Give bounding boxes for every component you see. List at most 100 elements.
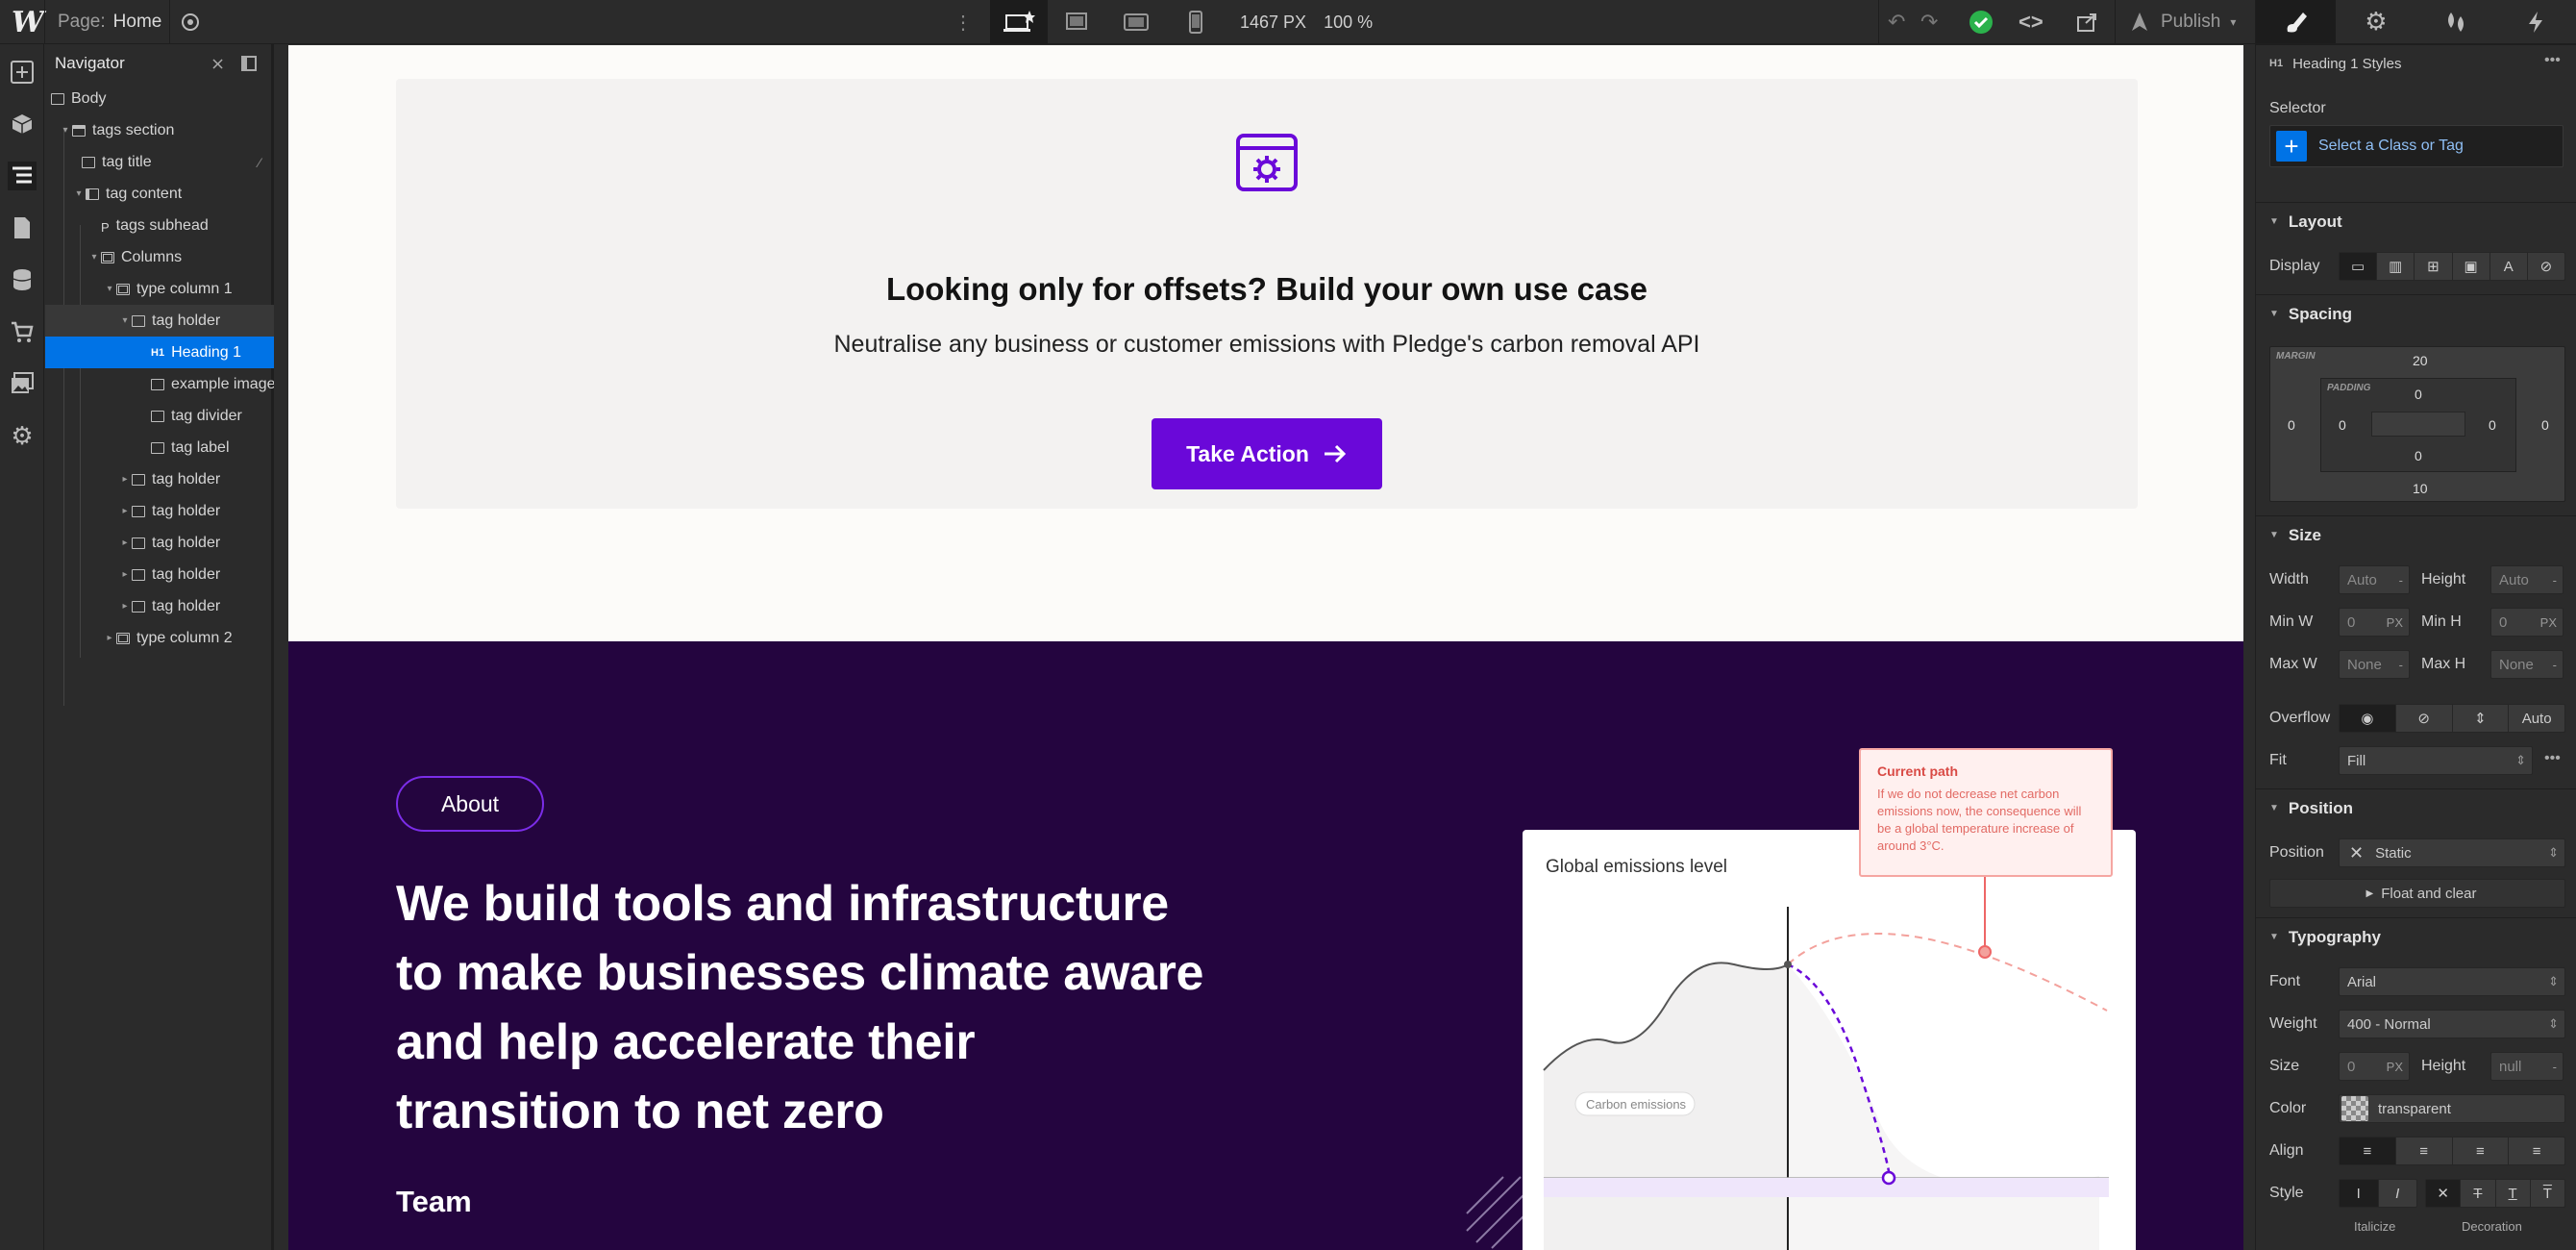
page-selector[interactable]: Page: Home [58,0,161,44]
overflow-hidden-icon[interactable]: ⊘ [2396,705,2453,732]
min-width-field[interactable]: 0 PX [2339,608,2410,637]
italic-off-icon[interactable]: I [2340,1180,2379,1207]
height-field[interactable]: Auto - [2490,565,2564,594]
nav-item-tag-holder[interactable]: ▸ tag holder [45,527,274,559]
nav-item-tag-holder[interactable]: ▸ tag holder [45,495,274,527]
line-height-field[interactable]: null - [2490,1052,2564,1081]
margin-right-value[interactable]: 0 [2541,417,2549,433]
assets-image-icon[interactable] [8,369,37,398]
fit-select[interactable]: Fill ⇕ [2339,746,2533,775]
strikethrough-icon[interactable]: T [2461,1180,2496,1207]
typography-section-header[interactable] [2256,44,2576,83]
add-panel-icon[interactable] [8,58,37,87]
tablet-landscape-icon[interactable] [1107,0,1165,44]
nav-item-tag-holder[interactable]: ▸ tag holder [45,463,274,495]
padding-box[interactable]: PADDING 0 0 0 0 [2320,378,2516,472]
size-section-header[interactable]: ▼ Size [2256,515,2576,554]
settings-gear-icon[interactable]: ⚙ [8,421,37,450]
style-brush-icon[interactable] [2256,0,2337,43]
italic-on-icon[interactable]: I [2379,1180,2417,1207]
align-justify-icon[interactable]: ≡ [2509,1138,2564,1164]
min-height-field[interactable]: 0 PX [2490,608,2564,637]
align-right-icon[interactable]: ≡ [2453,1138,2510,1164]
selector-field[interactable]: + Select a Class or Tag [2269,125,2564,167]
design-canvas[interactable]: Looking only for offsets? Build your own… [288,45,2243,1250]
position-select[interactable]: ✕ Static ⇕ [2339,838,2565,867]
redo-icon[interactable]: ↷ [1920,0,1938,44]
desktop-star-icon[interactable] [990,0,1048,44]
style-manager-drops-icon[interactable] [2416,0,2496,43]
caret-right-icon[interactable]: ▸ [118,601,132,612]
nav-item-type-column-1[interactable]: ▾ type column 1 [45,273,274,305]
float-and-clear-toggle[interactable]: ▶ Float and clear [2269,879,2565,908]
display-block-icon[interactable]: ▭ [2340,253,2378,280]
element-settings-gear-icon[interactable]: ⚙ [2336,0,2415,43]
caret-down-icon[interactable]: ▾ [87,252,101,262]
display-none-icon[interactable]: ⊘ [2528,253,2564,280]
caret-right-icon[interactable]: ▸ [118,538,132,548]
spacing-box[interactable]: MARGIN 20 0 0 10 PADDING 0 0 0 0 [2269,346,2565,502]
caret-right-icon[interactable]: ▸ [118,506,132,516]
margin-left-value[interactable]: 0 [2288,417,2295,433]
transparent-swatch-icon[interactable] [2341,1096,2368,1121]
zoom-readout[interactable]: 100 % [1324,12,1373,33]
padding-left-value[interactable]: 0 [2339,417,2346,433]
underline-icon[interactable]: T [2496,1180,2531,1207]
font-size-field[interactable]: 0 PX [2339,1052,2410,1081]
caret-down-icon[interactable]: ▾ [72,188,86,199]
more-vertical-icon[interactable]: ⋮ [954,0,973,44]
nav-item-body[interactable]: Body [45,83,274,114]
more-options-icon[interactable]: ••• [2544,750,2561,767]
publish-button[interactable]: Publish ▾ [2128,0,2236,44]
nav-item-type-column-2[interactable]: ▸ type column 2 [45,622,274,654]
caret-down-icon[interactable]: ▾ [118,315,132,326]
add-class-plus-icon[interactable]: + [2276,131,2307,162]
preview-eye-icon[interactable] [179,0,202,44]
display-inline-icon[interactable]: A [2490,253,2528,280]
max-height-field[interactable]: None - [2490,650,2564,679]
width-field[interactable]: Auto - [2339,565,2410,594]
display-grid-icon[interactable]: ⊞ [2415,253,2453,280]
overflow-scroll-icon[interactable]: ⇕ [2453,705,2510,732]
align-center-icon[interactable]: ≡ [2396,1138,2453,1164]
interactions-bolt-icon[interactable] [2496,0,2576,43]
nav-item-tag-holder[interactable]: ▸ tag holder [45,590,274,622]
layout-section-header[interactable]: ▼ Layout [2256,202,2576,240]
nav-item-tag-holder[interactable]: ▸ tag holder [45,559,274,590]
nav-item-tag-title[interactable]: tag title ⁄ [45,146,274,178]
display-flex-icon[interactable]: ▥ [2377,253,2415,280]
symbols-cube-icon[interactable] [8,110,37,138]
nav-item-columns[interactable]: ▾ Columns [45,241,274,273]
spacing-section-header[interactable]: ▼ Spacing [2256,294,2576,333]
nav-item-tags-section[interactable]: ▾ tags section [45,114,274,146]
margin-top-value[interactable]: 20 [2413,353,2428,368]
caret-right-icon[interactable]: ▸ [118,569,132,580]
overflow-auto-option[interactable]: Auto [2509,705,2564,732]
caret-down-icon[interactable]: ▾ [59,125,72,136]
padding-right-value[interactable]: 0 [2489,417,2496,433]
typography-section-header[interactable]: ▼ Typography [2256,917,2576,956]
nav-item-tag-holder[interactable]: ▾ tag holder [45,305,274,337]
pages-icon[interactable] [8,213,37,242]
desktop-icon[interactable] [1048,0,1105,44]
webflow-logo[interactable]: W [12,0,44,44]
nav-item-tag-divider[interactable]: tag divider [45,400,274,432]
cms-database-icon[interactable] [8,265,37,294]
mobile-icon[interactable] [1167,0,1225,44]
overflow-visible-eye-icon[interactable]: ◉ [2340,705,2396,732]
weight-select[interactable]: 400 - Normal ⇕ [2339,1010,2565,1038]
code-export-icon[interactable]: <> [2019,0,2043,44]
nav-item-heading-1[interactable]: H1 Heading 1 [45,337,274,368]
about-pill[interactable]: About [396,776,544,832]
take-action-button[interactable]: Take Action [1152,418,1382,489]
margin-bottom-value[interactable]: 10 [2413,481,2428,496]
nav-item-tag-label[interactable]: tag label [45,432,274,463]
position-section-header[interactable]: ▼ Position [2256,788,2576,827]
color-field[interactable]: transparent [2339,1094,2565,1123]
undo-icon[interactable]: ↶ [1888,0,1905,44]
share-icon[interactable] [2076,0,2099,44]
padding-bottom-value[interactable]: 0 [2415,448,2422,463]
decoration-none-icon[interactable]: ✕ [2426,1180,2462,1207]
publish-status-check-icon[interactable] [1969,0,1994,44]
caret-down-icon[interactable]: ▾ [103,284,116,294]
